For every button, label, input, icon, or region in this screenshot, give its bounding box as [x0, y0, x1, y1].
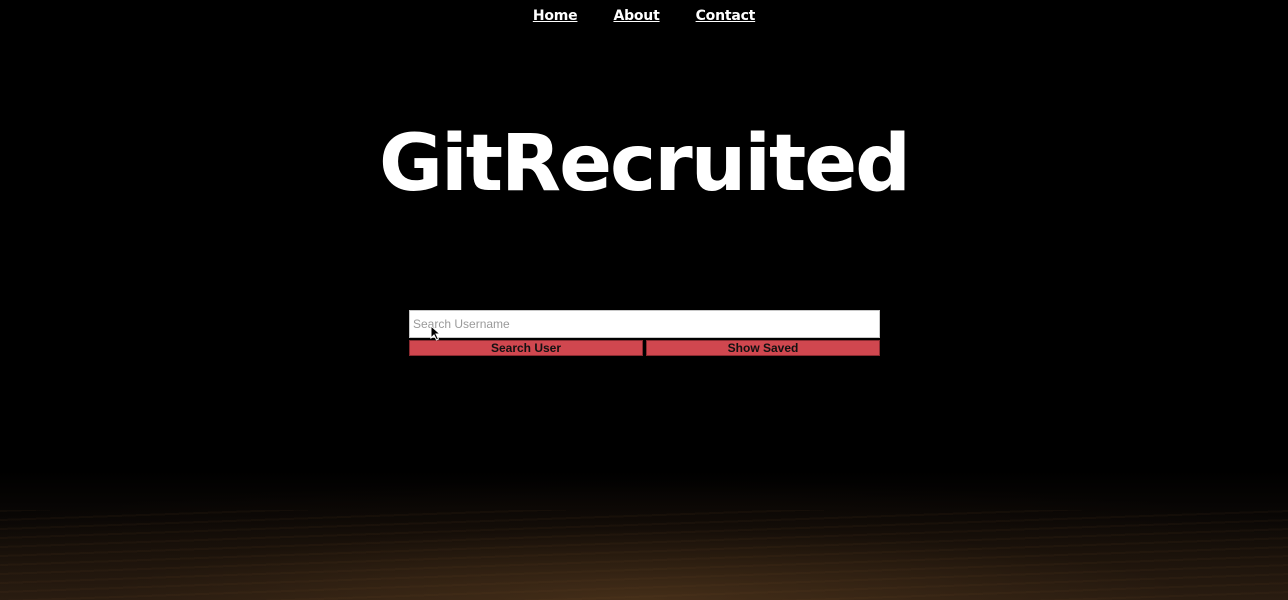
wood-floor-texture — [0, 510, 1288, 600]
nav-link-about[interactable]: About — [613, 8, 659, 24]
search-username-input[interactable] — [409, 310, 880, 338]
show-saved-button[interactable]: Show Saved — [646, 340, 880, 356]
page-background: Home About Contact GitRecruited Search U… — [0, 0, 1288, 600]
search-form: Search User Show Saved — [409, 310, 880, 356]
search-button-row: Search User Show Saved — [409, 340, 880, 356]
nav-link-contact[interactable]: Contact — [696, 8, 756, 24]
top-nav: Home About Contact — [0, 8, 1288, 24]
site-logo-title: GitRecruited — [379, 119, 911, 209]
mouse-pointer-icon — [430, 325, 442, 341]
search-user-button[interactable]: Search User — [409, 340, 643, 356]
nav-link-home[interactable]: Home — [533, 8, 578, 24]
